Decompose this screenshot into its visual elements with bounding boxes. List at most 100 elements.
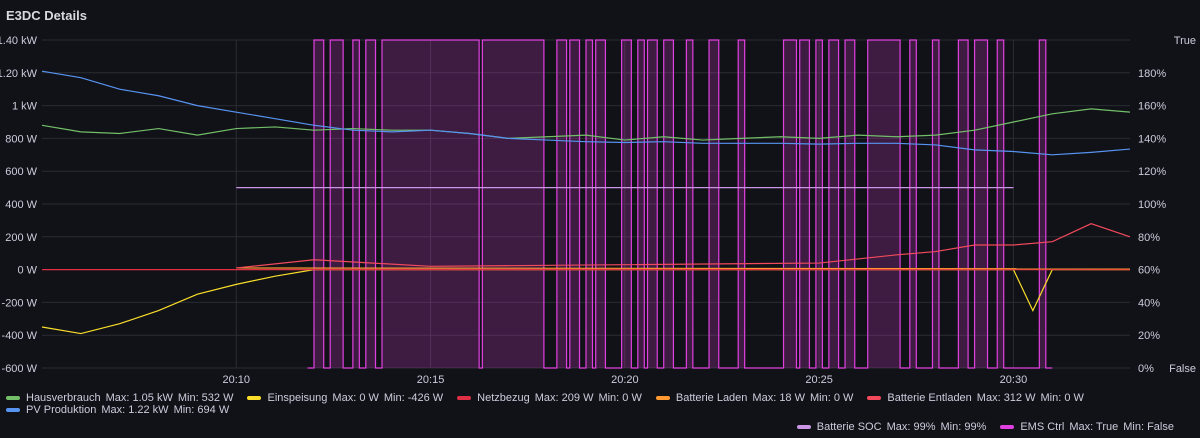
y-right-tick-label: 120%: [1138, 166, 1166, 178]
y-bool-tick-label: True: [1174, 35, 1196, 47]
y-right-tick-label: 100%: [1138, 199, 1166, 211]
ems-ctrl-true-area: [663, 40, 674, 368]
ems-ctrl-true-area: [909, 40, 917, 368]
legend-max: Max: 209 W: [534, 392, 594, 404]
ems-ctrl-true-area: [974, 40, 988, 368]
ems-ctrl-true-area: [686, 40, 693, 368]
legend-item-batterie-laden[interactable]: Batterie Laden Max: 18 W Min: 0 W: [655, 392, 853, 404]
y-right-tick-label: 20%: [1138, 330, 1160, 342]
legend-item-batterie-entladen[interactable]: Batterie Entladen Max: 312 W Min: 0 W: [867, 392, 1084, 404]
ems-ctrl-true-area: [482, 40, 544, 368]
legend-item-hausverbrauch[interactable]: Hausverbrauch Max: 1.05 kW Min: 532 W: [6, 392, 233, 404]
legend-min: Min: 694 W: [173, 404, 230, 416]
legend-min: Min: 0 W: [1040, 392, 1084, 404]
legend-min: Min: 532 W: [177, 392, 234, 404]
y-left-tick-label: 1 kW: [12, 101, 38, 113]
legend-min: Min: False: [1123, 421, 1174, 433]
ems-ctrl-true-area: [958, 40, 969, 368]
ems-ctrl-true-area: [595, 40, 606, 368]
legend-swatch: [247, 396, 262, 400]
ems-ctrl-true-area: [637, 40, 645, 368]
legend-name: Batterie Laden: [675, 392, 748, 404]
y-left-tick-label: -200 W: [2, 297, 38, 309]
legend-item-pv-produktion[interactable]: PV Produktion Max: 1.22 kW Min: 694 W: [6, 404, 229, 416]
y-right-tick-label: 80%: [1138, 232, 1160, 244]
legend-name: PV Produktion: [26, 404, 97, 416]
legend-name: Batterie Entladen: [887, 392, 972, 404]
legend-swatch: [6, 408, 20, 412]
y-left-tick-label: 800 W: [5, 133, 37, 145]
ems-ctrl-true-area: [783, 40, 797, 368]
legend-min: Min: -426 W: [383, 392, 444, 404]
y-right-tick-label: 40%: [1138, 297, 1160, 309]
ems-ctrl-true-area: [738, 40, 745, 368]
ems-ctrl-true-area: [365, 40, 376, 368]
legend-max: Max: 312 W: [976, 392, 1036, 404]
ems-ctrl-true-area: [556, 40, 567, 368]
ems-ctrl-true-area: [867, 40, 901, 368]
legend-swatch: [867, 396, 882, 400]
legend-swatch: [796, 425, 811, 429]
x-tick-label: 20:20: [611, 374, 639, 386]
ems-ctrl-true-area: [569, 40, 580, 368]
y-left-tick-label: -400 W: [2, 330, 38, 342]
ems-ctrl-true-area: [382, 40, 480, 368]
legend-item-einspeisung[interactable]: Einspeisung Max: 0 W Min: -426 W: [247, 392, 443, 404]
y-left-tick-label: 400 W: [5, 199, 37, 211]
legend-name: Netzbezug: [477, 392, 530, 404]
legend-name: Einspeisung: [267, 392, 328, 404]
ems-ctrl-true-area: [352, 40, 360, 368]
ems-ctrl-true-area: [330, 40, 344, 368]
legend: Hausverbrauch Max: 1.05 kW Min: 532 W Einsp…: [0, 392, 1200, 434]
series-line-batterie-laden: [236, 267, 1131, 270]
ems-ctrl-true-area: [586, 40, 593, 368]
x-axis: 20:10 20:15 20:20 20:25 20:30: [223, 374, 1028, 386]
y-right-tick-label: 160%: [1138, 101, 1166, 113]
legend-min: Min: 99%: [940, 421, 987, 433]
x-tick-label: 20:25: [805, 374, 833, 386]
legend-max: Max: True: [1069, 421, 1119, 433]
x-tick-label: 20:15: [417, 374, 445, 386]
ems-ctrl-true-area: [799, 40, 810, 368]
legend-swatch: [655, 396, 670, 400]
x-tick-label: 20:30: [1000, 374, 1028, 386]
y-left-tick-label: 600 W: [5, 166, 37, 178]
legend-swatch: [6, 396, 20, 400]
y-axis-left: 1.40 kW 1.20 kW 1 kW 800 W 600 W 400 W 200 W 0 …: [0, 35, 38, 375]
ems-ctrl-true-area: [621, 40, 632, 368]
legend-max: Max: 99%: [886, 421, 936, 433]
ems-ctrl-true-area: [845, 40, 855, 368]
ems-ctrl-true-area: [932, 40, 939, 368]
ems-ctrl-true-area: [709, 40, 719, 368]
y-bool-tick-label: False: [1169, 363, 1196, 375]
y-left-tick-label: 0 W: [17, 265, 37, 277]
ems-ctrl-true-area: [997, 40, 1004, 368]
legend-name: Hausverbrauch: [26, 392, 101, 404]
y-axis-right-percent: 180% 160% 140% 120% 100% 80% 60% 40% 20% 0%: [1138, 68, 1166, 375]
y-right-tick-label: 140%: [1138, 133, 1166, 145]
ems-ctrl-true-area: [1039, 40, 1046, 368]
y-left-tick-label: 200 W: [5, 232, 37, 244]
legend-name: EMS Ctrl: [1020, 421, 1065, 433]
y-right-tick-label: 180%: [1138, 68, 1166, 80]
legend-min: Min: 0 W: [598, 392, 642, 404]
x-tick-label: 20:10: [223, 374, 251, 386]
legend-max: Max: 0 W: [332, 392, 379, 404]
legend-name: Batterie SOC: [816, 421, 882, 433]
legend-item-netzbezug[interactable]: Netzbezug Max: 209 W Min: 0 W: [457, 392, 642, 404]
y-left-tick-label: 1.20 kW: [0, 68, 38, 80]
ems-ctrl-true-area: [815, 40, 823, 368]
y-right-tick-label: 60%: [1138, 265, 1160, 277]
legend-item-batterie-soc[interactable]: Batterie SOC Max: 99% Min: 99%: [796, 421, 987, 433]
ems-ctrl-true-area: [828, 40, 839, 368]
y-left-tick-label: 1.40 kW: [0, 35, 38, 47]
ems-ctrl-true-area: [314, 40, 324, 368]
legend-max: Max: 18 W: [752, 392, 805, 404]
y-right-tick-label: 0%: [1138, 363, 1154, 375]
y-left-tick-label: -600 W: [2, 363, 38, 375]
legend-max: Max: 1.05 kW: [105, 392, 173, 404]
legend-max: Max: 1.22 kW: [101, 404, 169, 416]
chart-area: 1.40 kW 1.20 kW 1 kW 800 W 600 W 400 W 200 W 0 …: [0, 35, 1196, 386]
legend-swatch: [457, 396, 472, 400]
legend-item-ems-ctrl[interactable]: EMS Ctrl Max: True Min: False: [1000, 421, 1174, 433]
